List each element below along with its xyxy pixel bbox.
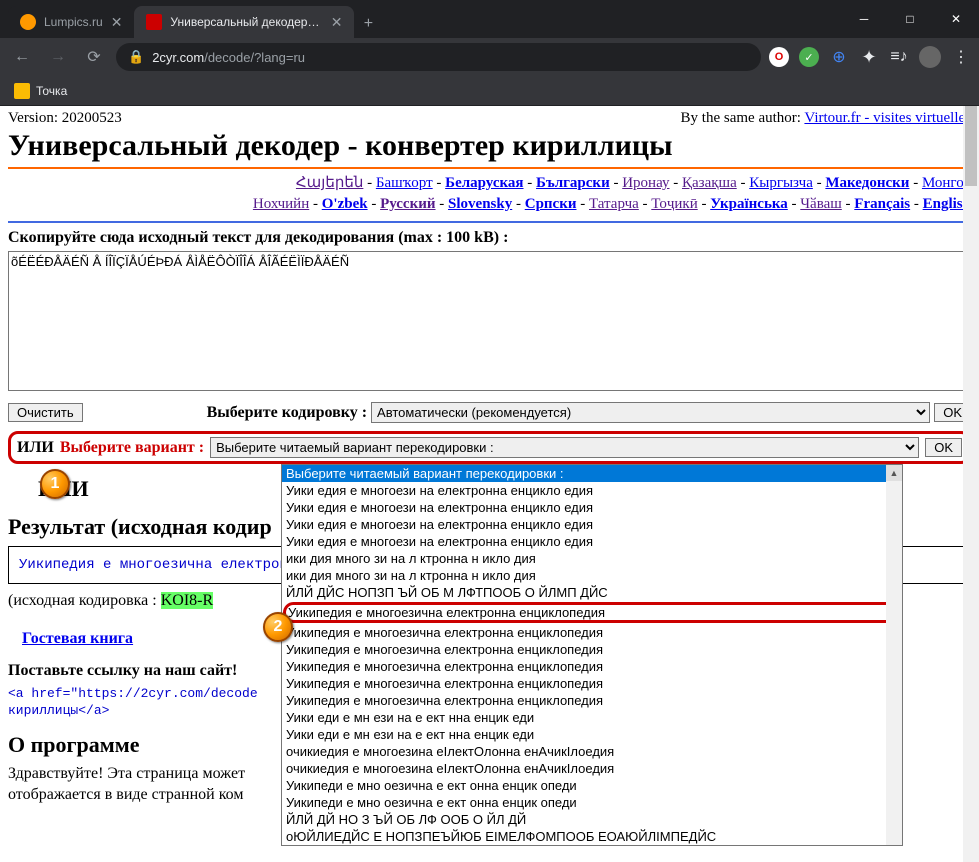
minimize-button[interactable]: ─: [841, 0, 887, 38]
check-ext-icon[interactable]: ✓: [799, 47, 819, 67]
lang-link[interactable]: Українська: [710, 196, 788, 212]
dropdown-option[interactable]: ЙЛЙ ДЙ НО З ЪЙ ОБ ЛФ ООБ О ЙЛ ДЙ: [282, 811, 902, 828]
bookmark-item[interactable]: Точка: [36, 84, 67, 98]
bookmarks-bar: Точка: [0, 76, 979, 106]
lang-link[interactable]: Иронау: [622, 175, 669, 191]
dropdown-option[interactable]: очикиедия е многоезина еІлектОлонна енАч…: [282, 743, 902, 760]
lang-link[interactable]: Чӑваш: [800, 196, 842, 212]
lang-link[interactable]: Тоҷикӣ: [651, 196, 697, 212]
dropdown-option[interactable]: Уикипедия е многоезична електронна енцик…: [282, 641, 902, 658]
tab-decoder[interactable]: Универсальный декодер - конв ✕: [134, 6, 354, 38]
globe-ext-icon[interactable]: ⊕: [829, 47, 849, 67]
extension-icons: O ✓ ⊕ ✦ ≡♪ ⋮: [769, 46, 971, 68]
reload-button[interactable]: ⟳: [80, 43, 108, 71]
clear-button[interactable]: Очистить: [8, 403, 83, 422]
folder-icon: [14, 83, 30, 99]
variant-label: Выберите вариант :: [60, 439, 204, 457]
variant-select[interactable]: Выберите читаемый вариант перекодировки …: [210, 437, 919, 458]
dropdown-option[interactable]: Уикипедия е многоезична електронна енцик…: [282, 692, 902, 709]
address-bar: ← → ⟳ 🔒 2cyr.com/decode/?lang=ru O ✓ ⊕ ✦…: [0, 38, 979, 76]
lang-link[interactable]: Кыргызча: [749, 175, 813, 191]
dropdown-option[interactable]: Уикипеди е мно оезична е ект онна енцик …: [282, 794, 902, 811]
scrollbar-thumb[interactable]: [965, 106, 977, 186]
encoding-select[interactable]: Автоматически (рекомендуется): [371, 402, 930, 423]
version-text: Version: 20200523: [8, 110, 122, 127]
back-button[interactable]: ←: [8, 43, 36, 71]
author-text: By the same author: Virtour.fr - visites…: [681, 110, 971, 127]
variant-dropdown-list[interactable]: Выберите читаемый вариант перекодировки …: [281, 464, 903, 846]
dropdown-option[interactable]: Уикипедия е многоезична електронна енцик…: [282, 675, 902, 692]
lang-link[interactable]: Српски: [525, 196, 577, 212]
dropdown-option[interactable]: ЙЛЙ ДЙС НОПЗП ЪЙ ОБ М ЛФТПООБ О ЙЛМП ДЙС: [282, 584, 902, 601]
close-icon[interactable]: ✕: [111, 14, 123, 31]
dropdown-option[interactable]: оЮЙЛИЕДЙС Е НОПЗПЕЪЙЮБ ЕІМЕЛФОМПООБ ЕОАЮ…: [282, 828, 902, 845]
dropdown-option[interactable]: Уики едия е многоези на електронна енцик…: [282, 533, 902, 550]
author-link[interactable]: Virtour.fr - visites virtuelles: [804, 110, 971, 126]
lang-link[interactable]: Slovensky: [448, 196, 512, 212]
close-button[interactable]: ✕: [933, 0, 979, 38]
url-domain: 2cyr.com: [152, 50, 204, 65]
favicon-decoder: [146, 14, 162, 30]
dropdown-option[interactable]: Уикипедия е многоезична електронна енцик…: [282, 624, 902, 641]
or-label: ИЛИ: [17, 439, 54, 457]
browser-titlebar: Lumpics.ru ✕ Универсальный декодер - кон…: [0, 0, 979, 38]
callout-badge-2: 2: [263, 612, 293, 642]
tab-label: Универсальный декодер - конв: [170, 15, 322, 29]
source-prompt: Скопируйте сюда исходный текст для декод…: [8, 229, 971, 247]
encoding-label: Выберите кодировку :: [207, 404, 367, 422]
url-path: /decode/?lang=ru: [204, 50, 305, 65]
dropdown-option-selected[interactable]: Выберите читаемый вариант перекодировки …: [282, 465, 902, 482]
dropdown-option[interactable]: Уики едия е многоези на електронна енцик…: [282, 516, 902, 533]
favicon-lumpics: [20, 14, 36, 30]
window-controls: ─ □ ✕: [841, 0, 979, 38]
lang-link[interactable]: Башҡорт: [376, 175, 433, 191]
close-icon[interactable]: ✕: [331, 14, 343, 31]
new-tab-button[interactable]: +: [354, 10, 382, 38]
guestbook-link[interactable]: Гостевая книга: [22, 630, 133, 648]
dropdown-option[interactable]: Уики едия е многоези на електронна енцик…: [282, 499, 902, 516]
scroll-up-icon[interactable]: ▲: [886, 465, 902, 481]
divider: [8, 167, 971, 169]
lang-link[interactable]: Нохчийн: [253, 196, 309, 212]
lang-link[interactable]: Татарча: [589, 196, 639, 212]
menu-icon[interactable]: ⋮: [951, 47, 971, 67]
maximize-button[interactable]: □: [887, 0, 933, 38]
language-links: Հայերեն - Башҡорт - Беларуская - Българс…: [8, 173, 971, 215]
tab-label: Lumpics.ru: [44, 15, 103, 29]
dropdown-option[interactable]: очикиедия е многоезина еІлектОлонна енАч…: [282, 760, 902, 777]
lang-link[interactable]: O'zbek: [322, 196, 368, 212]
dropdown-option[interactable]: Уики еди е мн ези на е ект нна енцик еди: [282, 726, 902, 743]
lang-link[interactable]: Հայերեն: [296, 175, 363, 191]
playlist-ext-icon[interactable]: ≡♪: [889, 47, 909, 67]
dropdown-option[interactable]: Уики едия е многоези на електронна енцик…: [282, 482, 902, 499]
puzzle-ext-icon[interactable]: ✦: [859, 47, 879, 67]
variant-row-highlighted: ИЛИ Выберите вариант : Выберите читаемый…: [8, 431, 971, 464]
lang-link[interactable]: Français: [854, 196, 910, 212]
avatar-icon[interactable]: [919, 46, 941, 68]
lang-link[interactable]: Қазақша: [682, 175, 737, 191]
dropdown-option[interactable]: Уикипедия е многоезична електронна енцик…: [282, 658, 902, 675]
ok-button[interactable]: OK: [925, 438, 962, 457]
lang-link[interactable]: Русский: [380, 196, 435, 212]
dropdown-option[interactable]: Уикипеди е мно оезична е ект онна енцик …: [282, 777, 902, 794]
page-title: Универсальный декодер - конвертер кирилл…: [8, 129, 971, 163]
opera-ext-icon[interactable]: O: [769, 47, 789, 67]
forward-button[interactable]: →: [44, 43, 72, 71]
lang-link[interactable]: Беларуская: [445, 175, 523, 191]
dropdown-option[interactable]: Уики еди е мн ези на е ект нна енцик еди: [282, 709, 902, 726]
tab-lumpics[interactable]: Lumpics.ru ✕: [8, 6, 134, 38]
encoding-highlight: KOI8-R: [161, 592, 213, 609]
lang-link[interactable]: Македонски: [825, 175, 909, 191]
dropdown-option[interactable]: ики дия много зи на л ктронна н икло дия: [282, 550, 902, 567]
callout-badge-1: 1: [40, 469, 70, 499]
divider: [8, 221, 971, 223]
url-input[interactable]: 🔒 2cyr.com/decode/?lang=ru: [116, 43, 761, 71]
page-scrollbar[interactable]: [963, 106, 979, 862]
dropdown-option[interactable]: ики дия много зи на л ктронна н икло дия: [282, 567, 902, 584]
lock-icon: 🔒: [128, 49, 144, 65]
lang-link[interactable]: Български: [536, 175, 610, 191]
source-textarea[interactable]: õÉËÉÐÅÄÉÑ Å ÍÎÏÇÏÅÚÉÞÐÁ ÅÌÅËÔÒÏÎÎÁ ÅÎÃÉË…: [8, 251, 971, 391]
dropdown-scrollbar[interactable]: ▲: [886, 465, 902, 845]
dropdown-option-highlighted[interactable]: Уикипедия е многоезична електронна енцик…: [283, 602, 901, 623]
